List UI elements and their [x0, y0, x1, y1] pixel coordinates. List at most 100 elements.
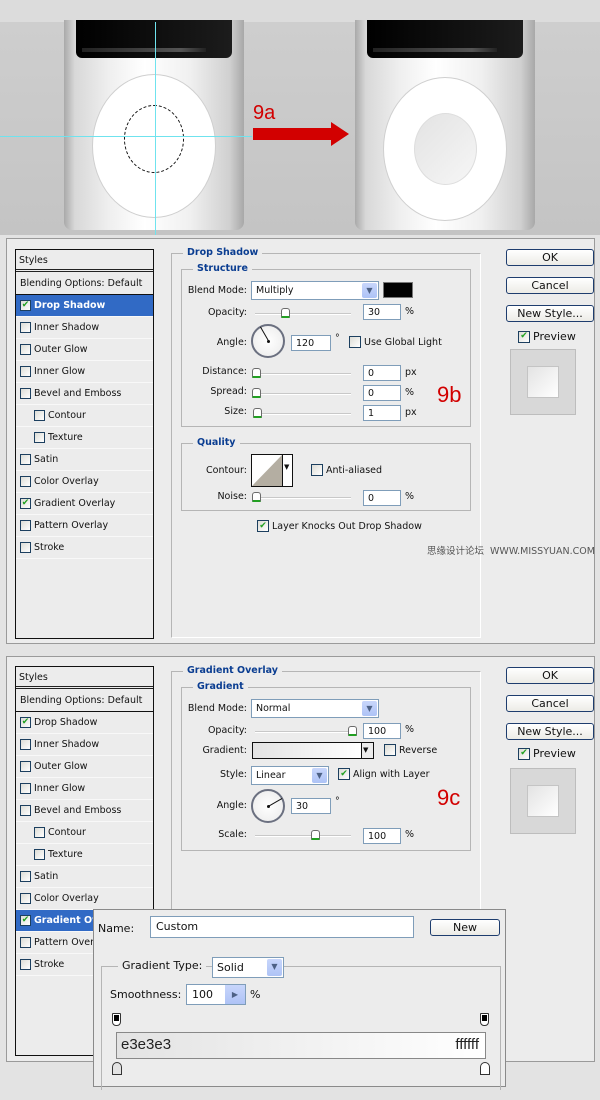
preview-checkbox[interactable]: ✔ Preview: [518, 330, 576, 343]
cancel-button[interactable]: Cancel: [506, 277, 594, 294]
style-item-bevel-and-emboss[interactable]: Bevel and Emboss: [16, 383, 153, 405]
anti-aliased-checkbox[interactable]: Anti-aliased: [311, 464, 382, 476]
checkbox-box[interactable]: ✔: [20, 717, 31, 728]
checkbox-box[interactable]: [20, 542, 31, 553]
checkbox-box[interactable]: [20, 454, 31, 465]
ok-button[interactable]: OK: [506, 667, 594, 684]
noise-slider-thumb[interactable]: [252, 492, 261, 502]
distance-input[interactable]: 0: [363, 365, 401, 381]
new-button[interactable]: New: [430, 919, 500, 936]
style-item-contour[interactable]: Contour: [16, 405, 153, 427]
opacity-stop-left[interactable]: [112, 1013, 121, 1026]
spread-slider-thumb[interactable]: [252, 388, 261, 398]
ok-button[interactable]: OK: [506, 249, 594, 266]
style-item-outer-glow[interactable]: Outer Glow: [16, 756, 153, 778]
checkbox-box[interactable]: [20, 783, 31, 794]
checkbox-box[interactable]: [20, 937, 31, 948]
cancel-button[interactable]: Cancel: [506, 695, 594, 712]
checkbox-box[interactable]: [20, 761, 31, 772]
new-style-button[interactable]: New Style...: [506, 305, 594, 322]
checkbox-box[interactable]: ✔: [20, 915, 31, 926]
shadow-color-swatch[interactable]: [383, 282, 413, 298]
style-item-drop-shadow[interactable]: ✔ Drop Shadow: [16, 295, 153, 317]
style-item-pattern-overlay[interactable]: Pattern Overlay: [16, 515, 153, 537]
checkbox-box[interactable]: [34, 410, 45, 421]
style-item-gradient-overlay[interactable]: ✔ Gradient Overlay: [16, 493, 153, 515]
gradient-picker[interactable]: ▼: [252, 742, 374, 759]
checkbox-box[interactable]: ✔: [20, 498, 31, 509]
style-item-satin[interactable]: Satin: [16, 449, 153, 471]
style-item-color-overlay[interactable]: Color Overlay: [16, 471, 153, 493]
opacity-slider[interactable]: [255, 731, 351, 733]
blending-options[interactable]: Blending Options: Default: [16, 689, 153, 712]
distance-slider[interactable]: [255, 373, 351, 375]
opacity-slider[interactable]: [255, 313, 351, 315]
spread-input[interactable]: 0: [363, 385, 401, 401]
gradient-bar[interactable]: e3e3e3 ffffff: [116, 1032, 486, 1059]
smoothness-input[interactable]: 100 ▶: [186, 984, 246, 1005]
angle-input[interactable]: 120: [291, 335, 331, 351]
opacity-slider-thumb[interactable]: [281, 308, 290, 318]
size-slider-thumb[interactable]: [253, 408, 262, 418]
checkbox-box[interactable]: [20, 388, 31, 399]
gradient-name-input[interactable]: Custom: [150, 916, 414, 938]
checkbox-box[interactable]: [20, 805, 31, 816]
opacity-input[interactable]: 30: [363, 304, 401, 320]
style-select[interactable]: Linear ▼: [251, 766, 329, 785]
gradient-type-select[interactable]: Solid ▼: [212, 957, 284, 978]
spread-slider[interactable]: [255, 393, 351, 395]
size-input[interactable]: 1: [363, 405, 401, 421]
scale-slider[interactable]: [255, 835, 351, 837]
color-stop-right[interactable]: [480, 1062, 490, 1075]
scale-input[interactable]: 100: [363, 828, 401, 844]
new-style-button[interactable]: New Style...: [506, 723, 594, 740]
distance-slider-thumb[interactable]: [252, 368, 261, 378]
opacity-slider-thumb[interactable]: [348, 726, 357, 736]
style-item-inner-shadow[interactable]: Inner Shadow: [16, 734, 153, 756]
style-item-color-overlay[interactable]: Color Overlay: [16, 888, 153, 910]
checkbox-box[interactable]: [20, 476, 31, 487]
angle-input[interactable]: 30: [291, 798, 331, 814]
layer-knocks-out-checkbox[interactable]: ✔ Layer Knocks Out Drop Shadow: [257, 520, 422, 532]
blend-mode-select[interactable]: Multiply ▼: [251, 281, 379, 300]
chevron-right-icon[interactable]: ▶: [225, 985, 245, 1004]
noise-slider[interactable]: [255, 497, 351, 499]
opacity-stop-right[interactable]: [480, 1013, 489, 1026]
style-item-drop-shadow[interactable]: ✔ Drop Shadow: [16, 712, 153, 734]
checkbox-box[interactable]: [20, 739, 31, 750]
style-item-bevel-and-emboss[interactable]: Bevel and Emboss: [16, 800, 153, 822]
style-item-satin[interactable]: Satin: [16, 866, 153, 888]
noise-input[interactable]: 0: [363, 490, 401, 506]
style-item-texture[interactable]: Texture: [16, 844, 153, 866]
angle-dial[interactable]: [251, 324, 285, 358]
checkbox-box[interactable]: [34, 849, 45, 860]
style-item-outer-glow[interactable]: Outer Glow: [16, 339, 153, 361]
checkbox-box[interactable]: [20, 366, 31, 377]
checkbox-box[interactable]: [20, 322, 31, 333]
checkbox-box[interactable]: [20, 344, 31, 355]
style-item-inner-shadow[interactable]: Inner Shadow: [16, 317, 153, 339]
style-item-inner-glow[interactable]: Inner Glow: [16, 778, 153, 800]
styles-header[interactable]: Styles: [16, 667, 153, 689]
checkbox-box[interactable]: [20, 959, 31, 970]
size-slider[interactable]: [255, 413, 351, 415]
checkbox-box[interactable]: [20, 520, 31, 531]
use-global-light-checkbox[interactable]: Use Global Light: [349, 336, 442, 348]
color-stop-left[interactable]: [112, 1062, 122, 1075]
checkbox-box[interactable]: [20, 893, 31, 904]
style-item-contour[interactable]: Contour: [16, 822, 153, 844]
style-item-texture[interactable]: Texture: [16, 427, 153, 449]
contour-picker[interactable]: ▼: [251, 454, 293, 487]
opacity-input[interactable]: 100: [363, 723, 401, 739]
style-item-stroke[interactable]: Stroke: [16, 537, 153, 559]
reverse-checkbox[interactable]: Reverse: [384, 744, 437, 756]
angle-dial[interactable]: [251, 789, 285, 823]
styles-header[interactable]: Styles: [16, 250, 153, 272]
style-item-inner-glow[interactable]: Inner Glow: [16, 361, 153, 383]
preview-checkbox[interactable]: ✔ Preview: [518, 747, 576, 760]
checkbox-box[interactable]: [34, 827, 45, 838]
scale-slider-thumb[interactable]: [311, 830, 320, 840]
blending-options[interactable]: Blending Options: Default: [16, 272, 153, 295]
align-with-layer-checkbox[interactable]: ✔ Align with Layer: [338, 768, 430, 780]
blend-mode-select[interactable]: Normal ▼: [251, 699, 379, 718]
